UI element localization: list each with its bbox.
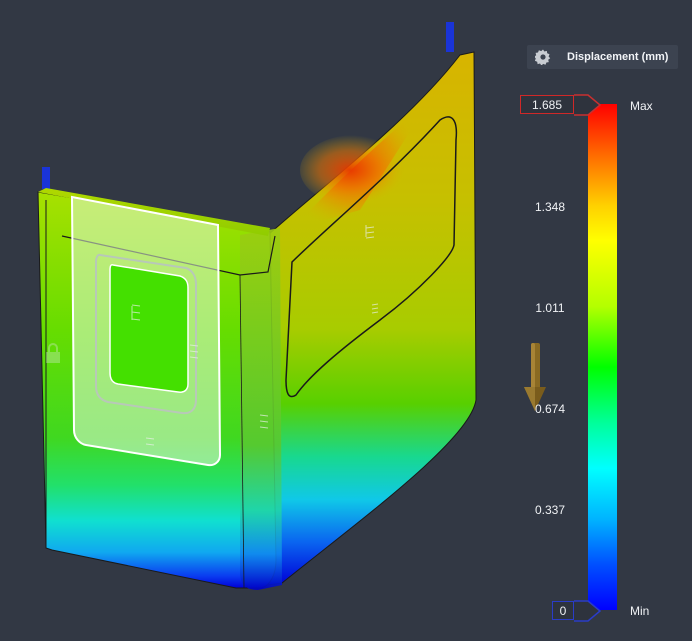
min-value-field[interactable]: 0	[552, 601, 574, 620]
tick-label: 0.674	[534, 402, 566, 416]
legend-title: Displacement (mm)	[567, 51, 669, 63]
min-label: Min	[630, 604, 650, 618]
min-pointer	[574, 600, 602, 622]
legend-header[interactable]: Displacement (mm)	[527, 45, 678, 69]
selected-panel-window	[109, 264, 189, 393]
tick-label: 1.348	[534, 200, 566, 214]
left-post	[42, 167, 50, 189]
max-value-field[interactable]: 1.685	[520, 95, 574, 114]
corner-band	[240, 228, 282, 590]
gear-icon[interactable]	[535, 49, 551, 65]
max-label: Max	[630, 99, 653, 113]
color-scale-bar	[588, 104, 617, 610]
max-pointer	[574, 94, 602, 116]
tick-label: 1.011	[535, 301, 565, 315]
right-post	[446, 22, 454, 52]
max-displacement-zone	[300, 135, 410, 205]
tick-label: 0.337	[534, 503, 566, 517]
right-panel	[267, 51, 477, 586]
